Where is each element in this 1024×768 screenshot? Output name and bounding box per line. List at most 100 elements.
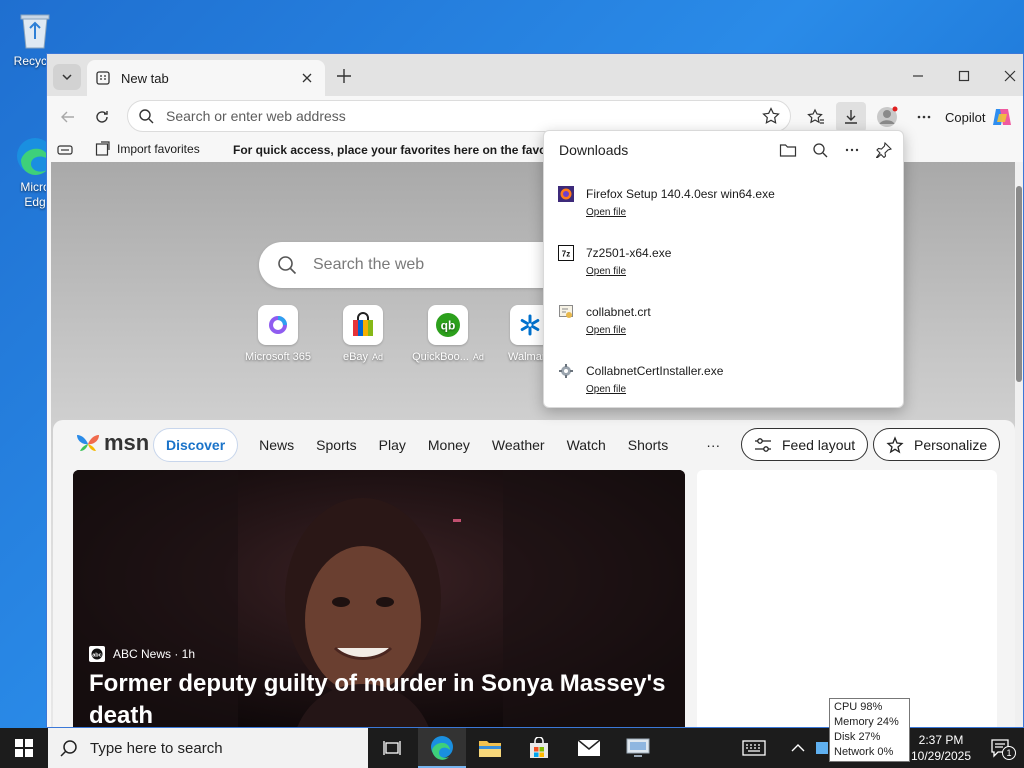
- download-item[interactable]: Firefox Setup 140.4.0esr win64.exe Open …: [558, 183, 888, 227]
- ad-badge: Ad: [472, 352, 484, 362]
- download-item[interactable]: CollabnetCertInstaller.exe Open file: [558, 360, 888, 404]
- download-item[interactable]: 7z 7z2501-x64.exe Open file: [558, 242, 888, 286]
- download-file-name: 7z2501-x64.exe: [586, 246, 672, 260]
- profile-button[interactable]: [872, 102, 902, 132]
- tab-new-tab[interactable]: New tab: [87, 60, 325, 96]
- quick-link-quickbooks[interactable]: qb QuickBoo... Ad: [403, 305, 493, 363]
- quick-link-microsoft-365[interactable]: Microsoft 365: [233, 305, 323, 363]
- download-file-name: CollabnetCertInstaller.exe: [586, 364, 724, 378]
- tab-sports[interactable]: Sports: [305, 429, 367, 461]
- plus-icon: [336, 68, 352, 84]
- taskbar-app-file-explorer[interactable]: [466, 728, 514, 768]
- nav-more-button[interactable]: ···: [695, 429, 731, 461]
- downloads-button[interactable]: [836, 102, 866, 132]
- open-file-link[interactable]: Open file: [586, 384, 626, 395]
- msn-butterfly-icon: [75, 431, 101, 455]
- hero-story-card[interactable]: abc ABC News · 1h Former deputy guilty o…: [73, 470, 685, 727]
- chevron-down-icon: [61, 71, 73, 83]
- personalize-button[interactable]: Personalize: [873, 428, 1001, 461]
- svg-text:abc: abc: [92, 652, 101, 658]
- svg-text:7z: 7z: [562, 250, 570, 259]
- taskbar-app-remote-desktop[interactable]: [614, 728, 662, 768]
- taskbar-app-edge[interactable]: [418, 728, 466, 768]
- copilot-icon: [991, 106, 1013, 128]
- notification-count-badge: 1: [1002, 746, 1016, 760]
- story-source: abc ABC News · 1h: [89, 646, 195, 662]
- download-item[interactable]: collabnet.crt Open file: [558, 301, 888, 345]
- personalize-label: Personalize: [914, 436, 988, 453]
- monitor-app-icon: [625, 737, 651, 759]
- download-file-name: Firefox Setup 140.4.0esr win64.exe: [586, 187, 775, 201]
- search-downloads-icon[interactable]: [810, 140, 830, 160]
- more-options-button[interactable]: [909, 102, 939, 132]
- svg-text:qb: qb: [441, 319, 456, 333]
- favorite-star-icon[interactable]: [762, 107, 780, 125]
- more-options-icon[interactable]: [842, 140, 862, 160]
- minimize-button[interactable]: [895, 62, 941, 90]
- msn-feed: msn Discover News Sports Play Money Weat…: [53, 420, 1015, 727]
- tab-actions-button[interactable]: [53, 64, 81, 90]
- address-input[interactable]: Search or enter web address: [166, 108, 762, 124]
- story-source-label: ABC News · 1h: [113, 647, 196, 661]
- action-center-button[interactable]: 1: [978, 728, 1024, 768]
- taskbar-app-store[interactable]: [515, 728, 563, 768]
- windows-logo-icon: [15, 739, 33, 757]
- tab-weather[interactable]: Weather: [481, 429, 556, 461]
- favorites-button[interactable]: [801, 102, 831, 132]
- back-button[interactable]: [53, 102, 83, 132]
- abc-news-logo-icon: abc: [89, 646, 105, 662]
- quick-link-ebay[interactable]: eBay Ad: [318, 305, 408, 363]
- favorites-star-icon: [807, 108, 825, 126]
- new-tab-button[interactable]: [333, 65, 355, 87]
- tab-shorts[interactable]: Shorts: [617, 429, 679, 461]
- address-bar[interactable]: Search or enter web address: [127, 100, 791, 132]
- refresh-icon: [94, 109, 110, 125]
- open-file-link[interactable]: Open file: [586, 266, 626, 277]
- open-file-link[interactable]: Open file: [586, 325, 626, 336]
- copilot-label: Copilot: [945, 109, 986, 125]
- copilot-button[interactable]: Copilot: [945, 102, 1013, 132]
- task-view-button[interactable]: [368, 728, 416, 768]
- favorites-menu-icon[interactable]: [57, 143, 73, 157]
- tab-discover[interactable]: Discover: [153, 428, 239, 462]
- sliders-icon: [754, 437, 772, 453]
- open-downloads-folder-icon[interactable]: [778, 140, 798, 160]
- favorites-hint: For quick access, place your favorites h…: [233, 143, 566, 157]
- network-monitor-icon: [816, 742, 828, 754]
- open-file-link[interactable]: Open file: [586, 207, 626, 218]
- tile-label: QuickBoo...: [412, 351, 469, 363]
- taskbar-search-input[interactable]: Type here to search: [90, 740, 223, 757]
- tab-watch[interactable]: Watch: [556, 429, 617, 461]
- import-favorites-button[interactable]: Import favorites: [95, 141, 200, 157]
- tab-money[interactable]: Money: [417, 429, 481, 461]
- tray-keyboard-button[interactable]: [730, 728, 778, 768]
- taskbar-app-mail[interactable]: [565, 728, 613, 768]
- msn-logo[interactable]: msn: [75, 430, 149, 456]
- download-file-name: collabnet.crt: [586, 305, 651, 319]
- taskbar-clock[interactable]: 2:37 PM 10/29/2025: [908, 732, 974, 764]
- perf-memory: Memory 24%: [834, 716, 899, 728]
- pin-icon[interactable]: [874, 140, 894, 160]
- downloads-panel: Downloads Firefox Setup 140.4.0esr win64…: [543, 130, 904, 408]
- download-icon: [843, 109, 859, 125]
- tab-news[interactable]: News: [248, 429, 305, 461]
- downloads-header: Downloads: [544, 131, 903, 169]
- scrollbar-thumb[interactable]: [1016, 186, 1022, 382]
- certificate-file-icon: [558, 304, 574, 320]
- start-button[interactable]: [0, 728, 48, 768]
- page-scrollbar[interactable]: [1015, 162, 1023, 727]
- maximize-button[interactable]: [941, 62, 987, 90]
- story-headline[interactable]: Former deputy guilty of murder in Sonya …: [89, 668, 669, 727]
- browser-window: New tab Search or enter web address Copi…: [46, 53, 1024, 728]
- tab-play[interactable]: Play: [368, 429, 417, 461]
- taskbar-search-box[interactable]: Type here to search: [48, 728, 368, 768]
- close-tab-icon[interactable]: [297, 68, 317, 88]
- ad-badge: Ad: [372, 352, 384, 362]
- search-icon: [277, 255, 297, 275]
- close-window-button[interactable]: [987, 62, 1023, 90]
- web-search-input[interactable]: Search the web: [313, 256, 424, 274]
- refresh-button[interactable]: [87, 102, 117, 132]
- feed-layout-button[interactable]: Feed layout: [741, 428, 869, 461]
- tile-label: eBay: [342, 351, 369, 363]
- side-card: [697, 470, 997, 727]
